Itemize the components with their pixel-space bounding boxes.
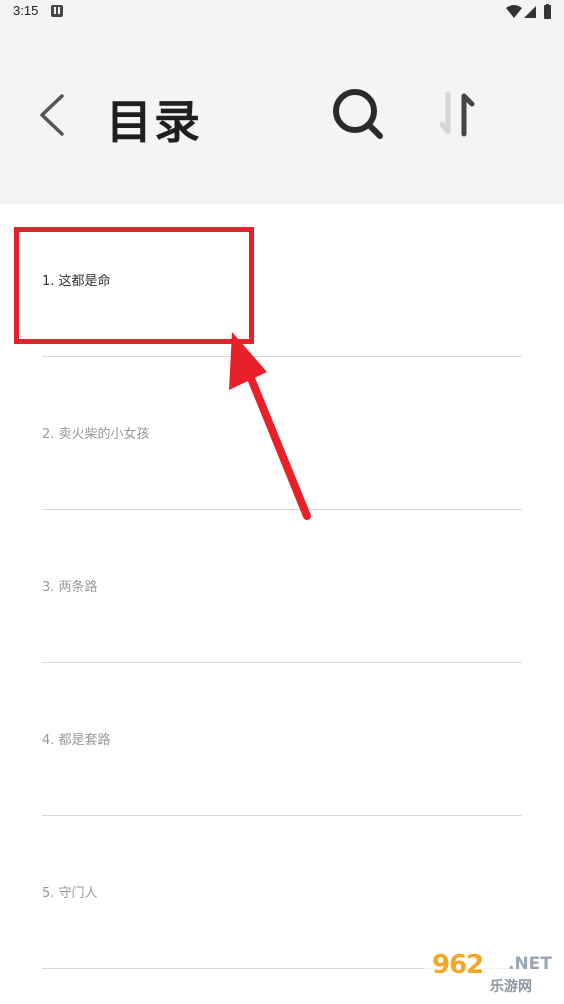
watermark-logo: 962 .NET 乐游网 [424, 946, 558, 998]
chapter-item[interactable]: 3. 两条路 [42, 510, 522, 663]
chapter-label: 5. 守门人 [42, 886, 98, 901]
status-bar: 3:15 [0, 0, 564, 24]
header: 目录 [0, 24, 564, 204]
chapter-label: 3. 两条路 [42, 580, 98, 595]
chapter-label: 4. 都是套路 [42, 733, 111, 748]
watermark-brand: 962 [432, 950, 484, 980]
battery-icon [544, 5, 551, 19]
chapter-item[interactable]: 4. 都是套路 [42, 663, 522, 816]
chevron-left-icon [40, 94, 64, 136]
page-title: 目录 [106, 95, 202, 149]
back-button[interactable] [32, 90, 74, 140]
highlight-box [14, 227, 254, 344]
search-icon [333, 89, 383, 139]
sort-button[interactable] [434, 88, 484, 140]
chapter-label: 2. 卖火柴的小女孩 [42, 427, 150, 442]
watermark-site-name: 乐游网 [490, 979, 532, 995]
status-icons [506, 4, 551, 19]
signal-icon [524, 6, 536, 18]
chapter-item[interactable]: 2. 卖火柴的小女孩 [42, 357, 522, 510]
status-time: 3:15 [13, 3, 39, 18]
notification-icon [51, 5, 63, 17]
sort-icon [439, 91, 475, 137]
watermark-suffix: .NET [508, 954, 552, 974]
search-button[interactable] [330, 86, 388, 144]
wifi-icon [506, 5, 522, 18]
